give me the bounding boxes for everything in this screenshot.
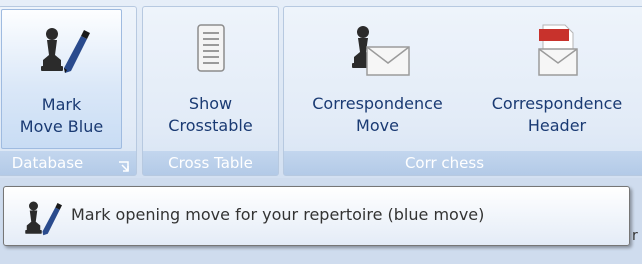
correspondence-header-label: Correspondence Header — [472, 93, 642, 137]
mark-move-blue-label-line1: Mark — [41, 95, 82, 114]
correspondence-move-label-line1: Correspondence — [312, 94, 443, 113]
correspondence-move-button[interactable]: Correspondence Move — [290, 9, 465, 149]
ribbon: Mark Move Blue Database Show Crosstable … — [0, 0, 642, 178]
pawn-pen-icon — [34, 22, 90, 84]
tooltip-text: Mark opening move for your repertoire (b… — [71, 205, 485, 224]
partial-text-fragment: r — [632, 228, 638, 244]
correspondence-header-button[interactable]: Correspondence Header — [472, 9, 642, 149]
group-footer-database-label: Database — [11, 154, 84, 172]
correspondence-header-label-line2: Header — [527, 116, 587, 135]
show-crosstable-label-line2: Crosstable — [168, 116, 253, 135]
group-footer-corr-chess-label: Corr chess — [404, 154, 485, 172]
mark-move-blue-label-line2: Move Blue — [19, 117, 104, 136]
correspondence-move-label: Correspondence Move — [290, 93, 465, 137]
correspondence-header-label-line1: Correspondence — [491, 94, 623, 113]
correspondence-move-label-line2: Move — [356, 116, 399, 135]
group-corr-chess: Correspondence Move Correspondence Heade… — [283, 6, 642, 176]
show-crosstable-label-line1: Show — [188, 94, 233, 113]
group-database: Mark Move Blue Database — [0, 6, 137, 176]
tooltip: Mark opening move for your repertoire (b… — [3, 186, 630, 246]
dialog-launcher-icon[interactable] — [118, 157, 132, 172]
pawn-envelope-icon — [343, 21, 413, 85]
group-cross-table: Show Crosstable Cross Table — [142, 6, 279, 176]
mark-move-blue-button[interactable]: Mark Move Blue — [1, 9, 122, 149]
show-crosstable-button[interactable]: Show Crosstable — [147, 9, 274, 149]
crosstable-icon — [191, 21, 231, 81]
show-crosstable-label: Show Crosstable — [147, 93, 274, 137]
group-footer-database: Database — [0, 151, 136, 175]
group-footer-cross-table: Cross Table — [143, 151, 278, 175]
pawn-pen-icon — [20, 197, 62, 243]
group-footer-cross-table-label: Cross Table — [168, 154, 253, 172]
group-footer-corr-chess: Corr chess — [284, 151, 642, 175]
mark-move-blue-label: Mark Move Blue — [2, 94, 121, 138]
xml-envelope-icon — [533, 21, 581, 85]
